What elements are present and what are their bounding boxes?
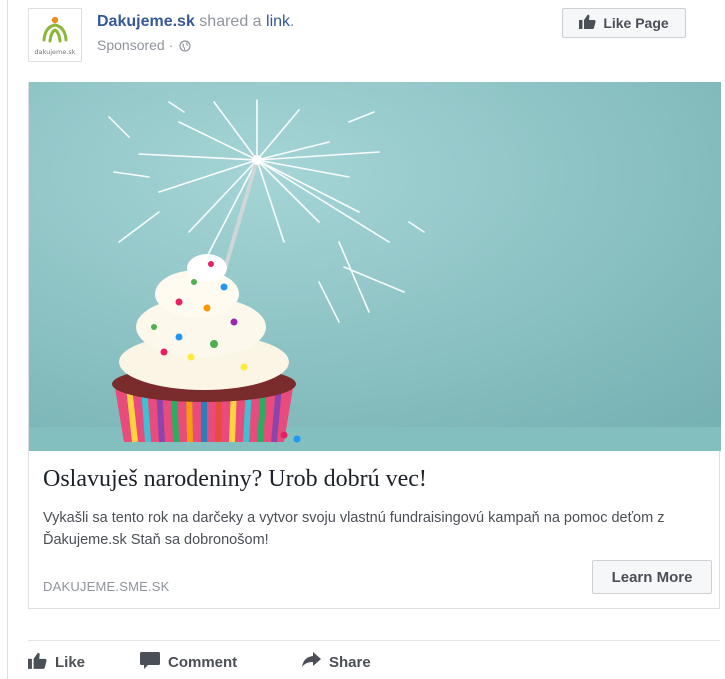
page-name-link[interactable]: Dakujeme.sk [97, 13, 195, 30]
post-header: dakujeme.sk Dakujeme.sk shared a link. S… [28, 8, 718, 68]
header-text: Dakujeme.sk shared a link. Sponsored · [97, 12, 294, 57]
globe-icon [179, 37, 191, 57]
ad-headline[interactable]: Oslavuješ narodeniny? Urob dobrú vec! [43, 466, 427, 493]
shared-text: shared a [199, 13, 262, 30]
action-divider [28, 640, 720, 641]
comment-label: Comment [168, 654, 238, 671]
share-label: Share [329, 653, 371, 671]
page-logo[interactable]: dakujeme.sk [28, 8, 82, 62]
logo-text: dakujeme.sk [34, 48, 75, 56]
cupcake-sparkler-image[interactable] [29, 82, 721, 451]
thumbs-up-icon [28, 652, 47, 673]
share-icon [302, 652, 321, 672]
link-domain: DAKUJEME.SME.SK [43, 579, 170, 594]
like-page-button[interactable]: Like Page [562, 8, 686, 38]
link-word[interactable]: link [266, 13, 290, 30]
learn-more-button[interactable]: Learn More [592, 560, 712, 594]
post-meta: Sponsored · [97, 35, 294, 57]
link-preview-card[interactable]: Oslavuješ narodeniny? Urob dobrú vec! Vy… [28, 82, 721, 609]
like-label: Like [55, 654, 86, 671]
dakujeme-logo-icon: dakujeme.sk [34, 16, 76, 56]
feed-left-border [7, 0, 8, 679]
like-button[interactable]: Like [28, 652, 85, 673]
sponsored-label[interactable]: Sponsored [97, 37, 165, 53]
comment-button[interactable]: Comment [140, 652, 237, 673]
like-page-label: Like Page [603, 15, 669, 31]
ad-description: Vykašli sa tento rok na darčeky a vytvor… [43, 510, 665, 548]
share-button[interactable]: Share [302, 652, 371, 672]
thumbs-up-icon [579, 14, 596, 32]
post-attribution: Dakujeme.sk shared a link. [97, 13, 295, 30]
comment-icon [140, 652, 160, 673]
